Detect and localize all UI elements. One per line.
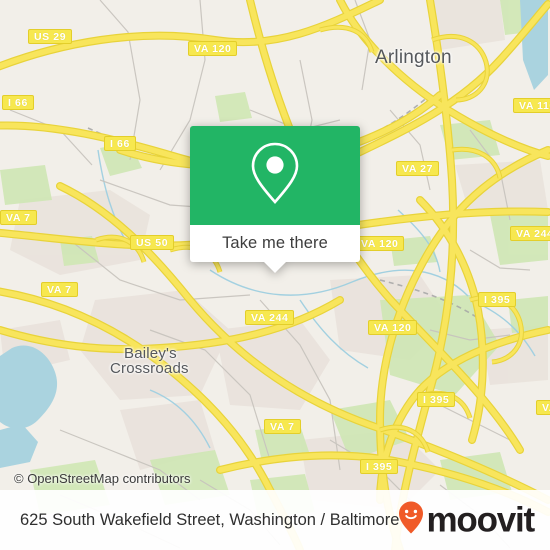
- road-shield-i395-2[interactable]: I 395: [417, 392, 456, 407]
- road-shield-va120[interactable]: VA 120: [188, 41, 238, 56]
- road-shield-va27[interactable]: VA 27: [396, 161, 440, 176]
- road-shield-i395[interactable]: I 395: [478, 292, 517, 307]
- road-shield-us29[interactable]: US 29: [28, 29, 73, 44]
- address-label: 625 South Wakefield Street, Washington /…: [20, 510, 400, 529]
- map-pin-icon: [247, 141, 303, 210]
- popup-tail: [264, 262, 286, 273]
- road-shield-va120-2[interactable]: VA 120: [355, 236, 405, 251]
- location-popup-card[interactable]: Take me there: [190, 126, 360, 273]
- road-shield-va244[interactable]: VA 244: [510, 226, 550, 241]
- road-shield-va244-2[interactable]: VA 244: [245, 310, 295, 325]
- moovit-wordmark: moovit: [426, 500, 535, 539]
- road-shield-va110[interactable]: VA 110: [513, 98, 550, 113]
- road-shield-va7-4[interactable]: VA 7: [536, 400, 550, 415]
- place-label-crossroads: Crossroads: [110, 360, 189, 377]
- popup-footer[interactable]: Take me there: [190, 225, 360, 273]
- map-screenshot: Arlington Bailey's Crossroads US 29 VA 1…: [0, 0, 550, 550]
- osm-attribution[interactable]: © OpenStreetMap contributors: [14, 471, 191, 486]
- road-shield-va120-3[interactable]: VA 120: [368, 320, 418, 335]
- take-me-there-label: Take me there: [222, 234, 328, 252]
- map-canvas[interactable]: [0, 0, 550, 550]
- road-shield-us50[interactable]: US 50: [130, 235, 175, 250]
- road-shield-i66[interactable]: I 66: [2, 95, 34, 110]
- moovit-smiley-pin-icon: [398, 501, 424, 540]
- road-shield-va7[interactable]: VA 7: [0, 210, 37, 225]
- road-shield-i395-3[interactable]: I 395: [360, 459, 399, 474]
- popup-header: [190, 126, 360, 225]
- place-label-arlington: Arlington: [375, 47, 452, 68]
- moovit-brand[interactable]: moovit: [398, 500, 535, 540]
- road-shield-va7-3[interactable]: VA 7: [264, 419, 301, 434]
- bottom-bar: 625 South Wakefield Street, Washington /…: [0, 490, 550, 550]
- road-shield-i66-2[interactable]: I 66: [104, 136, 136, 151]
- road-shield-va7-2[interactable]: VA 7: [41, 282, 78, 297]
